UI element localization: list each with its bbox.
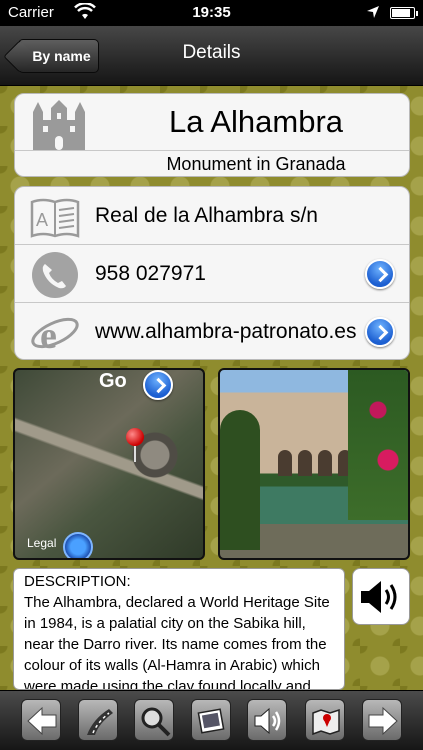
photo-arch: [298, 450, 312, 476]
address-row: A Real de la Alhambra s/n: [15, 187, 409, 245]
road-icon: [87, 709, 113, 735]
speaker-icon: [361, 581, 397, 613]
search-map-icon: [141, 707, 171, 737]
contact-info-card: A Real de la Alhambra s/n 958 027971 e w…: [14, 186, 410, 360]
phone-icon: [32, 252, 78, 298]
page-title: Details: [182, 42, 241, 63]
audio-button[interactable]: [247, 699, 287, 741]
photo-icon: [197, 708, 225, 734]
status-bar: Carrier 19:35: [0, 0, 423, 26]
photos-button[interactable]: [191, 699, 231, 741]
description-heading: DESCRIPTION:: [24, 573, 131, 590]
route-button[interactable]: [78, 699, 118, 741]
search-map-button[interactable]: [134, 699, 174, 741]
description-text: The Alhambra, declared a World Heritage …: [24, 594, 330, 690]
castle-icon: [33, 100, 85, 150]
phone-disclosure-button[interactable]: [365, 259, 395, 289]
description-box[interactable]: DESCRIPTION: The Alhambra, declared a Wo…: [13, 568, 345, 690]
clock: 19:35: [192, 4, 231, 21]
forward-arrow-icon: [368, 706, 398, 736]
phone-row[interactable]: 958 027971: [15, 245, 409, 303]
name-row: La Alhambra: [15, 94, 409, 151]
browser-icon: e: [31, 315, 79, 357]
place-header-card: La Alhambra Monument in Granada: [14, 93, 410, 177]
photo-arch: [278, 450, 292, 476]
phone-text: 958 027971: [95, 262, 206, 285]
map-view[interactable]: Go Legal: [13, 368, 205, 560]
website-disclosure-button[interactable]: [365, 317, 395, 347]
website-row[interactable]: e www.alhambra-patronato.es: [15, 303, 409, 359]
place-subtitle: Monument in Granada: [166, 154, 346, 174]
photo-tree: [220, 410, 260, 550]
map-pin-icon[interactable]: [126, 428, 144, 446]
place-name: La Alhambra: [168, 104, 344, 139]
user-location-icon: [63, 532, 93, 558]
previous-button[interactable]: [21, 699, 61, 741]
go-button[interactable]: [143, 370, 173, 400]
map-button[interactable]: [305, 699, 345, 741]
website-text: www.alhambra-patronato.es: [95, 320, 357, 343]
svg-text:A: A: [36, 210, 48, 230]
pin-stick: [134, 444, 136, 462]
go-label[interactable]: Go: [99, 370, 127, 393]
navigation-bar: By name Details: [0, 26, 423, 86]
speaker-icon: [254, 707, 281, 735]
address-text: Real de la Alhambra s/n: [95, 204, 318, 227]
next-button[interactable]: [362, 699, 402, 741]
back-arrow-icon: [27, 706, 57, 736]
book-icon: A: [30, 198, 80, 238]
location-arrow-icon: [367, 6, 379, 18]
photo-flowers: [348, 370, 408, 520]
map-icon: [312, 708, 340, 736]
battery-icon: [390, 7, 418, 19]
sound-button[interactable]: [352, 568, 410, 625]
place-photo[interactable]: [218, 368, 410, 560]
bottom-toolbar: [0, 690, 423, 750]
photo-arch: [318, 450, 332, 476]
legal-link[interactable]: Legal: [27, 536, 56, 550]
svg-text:e: e: [40, 315, 57, 357]
